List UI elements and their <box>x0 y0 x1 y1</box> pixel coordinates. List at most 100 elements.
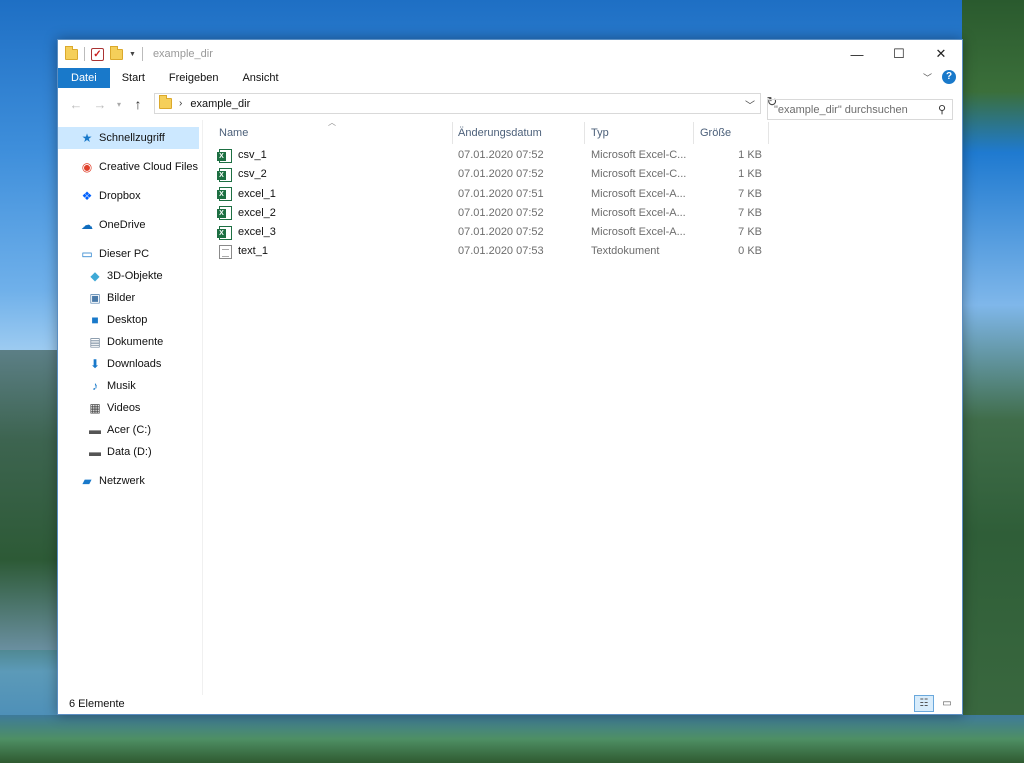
sidebar-item-dokumente[interactable]: ▤ Dokumente <box>58 331 203 353</box>
search-input[interactable]: "example_dir" durchsuchen ⚲ <box>767 99 953 120</box>
sidebar-item-dieser-pc[interactable]: ▭ Dieser PC <box>58 243 203 265</box>
sidebar-item-onedrive[interactable]: ☁ OneDrive <box>58 214 203 236</box>
sidebar-item-acer-c[interactable]: ▬ Acer (C:) <box>58 419 203 441</box>
network-icon: ▰ <box>82 474 92 488</box>
sidebar-item-desktop[interactable]: ■ Desktop <box>58 309 203 331</box>
sidebar-item-label: Downloads <box>107 358 162 370</box>
onedrive-icon: ☁ <box>81 218 93 232</box>
file-row[interactable]: csv_2 07.01.2020 07:52 Microsoft Excel-C… <box>213 165 953 184</box>
address-history-dropdown[interactable]: ﹀ <box>745 97 755 112</box>
quick-access-toolbar: ✓ ▼ <box>58 45 143 61</box>
properties-icon[interactable]: ✓ <box>91 47 104 61</box>
maximize-button[interactable]: ☐ <box>878 40 920 68</box>
sidebar-item-data-d[interactable]: ▬ Data (D:) <box>58 441 203 463</box>
up-button[interactable]: ↑ <box>126 96 150 112</box>
column-header-type[interactable]: Typ <box>585 120 693 146</box>
close-button[interactable]: ✕ <box>920 40 962 68</box>
file-size: 1 KB <box>738 168 762 181</box>
window-controls: — ☐ ✕ <box>836 40 962 68</box>
sidebar-item-musik[interactable]: ♪ Musik <box>58 375 203 397</box>
file-size: 0 KB <box>738 245 762 258</box>
sidebar-item-label: 3D-Objekte <box>107 270 163 282</box>
forward-button[interactable]: → <box>88 97 112 112</box>
file-date: 07.01.2020 07:52 <box>458 226 544 239</box>
sidebar-item-label: Dropbox <box>99 190 141 202</box>
sidebar-item-schnellzugriff[interactable]: ★ Schnellzugriff <box>58 127 199 149</box>
sidebar-item-dropbox[interactable]: ❖ Dropbox <box>58 185 203 207</box>
breadcrumb-example-dir[interactable]: example_dir <box>190 98 250 110</box>
file-row[interactable]: excel_2 07.01.2020 07:52 Microsoft Excel… <box>213 204 953 223</box>
file-row[interactable]: text_1 07.01.2020 07:53 Textdokument 0 K… <box>213 242 953 261</box>
explorer-window: ✓ ▼ example_dir — ☐ ✕ Datei Start Freige… <box>57 39 963 715</box>
sidebar-item-creative-cloud-files[interactable]: ◉ Creative Cloud Files <box>58 156 203 178</box>
tab-datei[interactable]: Datei <box>58 68 110 88</box>
column-divider[interactable] <box>768 122 769 144</box>
address-bar[interactable]: › example_dir ﹀ <box>154 93 761 114</box>
help-icon[interactable]: ? <box>942 70 956 84</box>
system-drive-icon: ▬ <box>89 423 101 437</box>
file-name: excel_1 <box>238 187 276 200</box>
file-row[interactable]: csv_1 07.01.2020 07:52 Microsoft Excel-C… <box>213 146 953 165</box>
file-size: 7 KB <box>738 226 762 239</box>
file-name: excel_2 <box>238 206 276 219</box>
file-type: Microsoft Excel-A... <box>591 187 686 200</box>
drive-icon: ▬ <box>89 445 101 459</box>
minimize-button[interactable]: — <box>836 40 878 68</box>
download-icon: ⬇ <box>89 357 101 371</box>
main-body: ★ Schnellzugriff ◉ Creative Cloud Files … <box>58 118 962 695</box>
tab-freigeben[interactable]: Freigeben <box>157 68 231 88</box>
item-count: 6 Elemente <box>69 697 125 710</box>
sidebar-item-label: Musik <box>107 380 136 392</box>
column-header-name[interactable]: Name <box>213 120 452 146</box>
sidebar-item-videos[interactable]: ▦ Videos <box>58 397 203 419</box>
pictures-icon: ▣ <box>89 291 101 305</box>
toolbar-divider <box>141 47 143 61</box>
column-header-size[interactable]: Größe <box>694 120 768 146</box>
new-folder-icon[interactable] <box>110 45 123 60</box>
sidebar-item-label: Videos <box>107 402 141 414</box>
file-row[interactable]: excel_1 07.01.2020 07:51 Microsoft Excel… <box>213 185 953 204</box>
ribbon-tabs: Datei Start Freigeben Ansicht ﹀ ? <box>58 68 962 88</box>
tab-ansicht[interactable]: Ansicht <box>230 68 290 88</box>
file-type: Microsoft Excel-C... <box>591 168 687 181</box>
breadcrumb-separator[interactable]: › <box>179 98 182 109</box>
excel-file-icon <box>217 167 232 182</box>
file-row[interactable]: excel_3 07.01.2020 07:52 Microsoft Excel… <box>213 223 953 242</box>
excel-file-icon <box>217 206 232 221</box>
desktop-icon: ■ <box>91 313 99 327</box>
file-name-cell: csv_1 <box>217 146 267 165</box>
pane-divider[interactable] <box>202 120 203 695</box>
file-date: 07.01.2020 07:52 <box>458 206 544 219</box>
column-header-date[interactable]: Änderungsdatum <box>452 120 584 146</box>
excel-file-icon <box>217 148 232 163</box>
back-button[interactable]: ← <box>64 97 88 112</box>
file-name: excel_3 <box>238 226 276 239</box>
file-name-cell: excel_3 <box>217 223 276 242</box>
sidebar-item-label: Dieser PC <box>99 248 150 260</box>
wallpaper-lake-bottom <box>0 715 1024 763</box>
file-date: 07.01.2020 07:53 <box>458 245 544 258</box>
sidebar-item-label: Bilder <box>107 292 136 304</box>
sidebar-item-label: Dokumente <box>107 336 164 348</box>
file-name: text_1 <box>238 245 268 258</box>
recent-locations-button[interactable]: ▾ <box>112 100 126 109</box>
details-view-button[interactable]: ☷ <box>914 695 934 712</box>
tab-start[interactable]: Start <box>110 68 157 88</box>
search-icon[interactable]: ⚲ <box>938 103 946 116</box>
large-icons-view-button[interactable]: ▭ <box>937 695 957 712</box>
expand-ribbon-icon[interactable]: ﹀ <box>923 71 932 84</box>
sidebar-item-downloads[interactable]: ⬇ Downloads <box>58 353 203 375</box>
wallpaper-mountain-left <box>0 350 60 650</box>
sidebar-item-3d-objekte[interactable]: ◆ 3D-Objekte <box>58 265 203 287</box>
wallpaper-trees-right <box>962 0 1024 763</box>
creative-cloud-folder-icon: ◉ <box>81 160 93 174</box>
sidebar-item-bilder[interactable]: ▣ Bilder <box>58 287 203 309</box>
navigation-pane: ★ Schnellzugriff ◉ Creative Cloud Files … <box>58 120 203 695</box>
sidebar-item-netzwerk[interactable]: ▰ Netzwerk <box>58 470 203 492</box>
column-headers: ︿ Name Änderungsdatum Typ Größe <box>213 118 953 146</box>
document-icon: ▤ <box>89 335 101 349</box>
file-type: Microsoft Excel-C... <box>591 149 687 161</box>
customize-toolbar-icon[interactable]: ▼ <box>129 51 136 58</box>
